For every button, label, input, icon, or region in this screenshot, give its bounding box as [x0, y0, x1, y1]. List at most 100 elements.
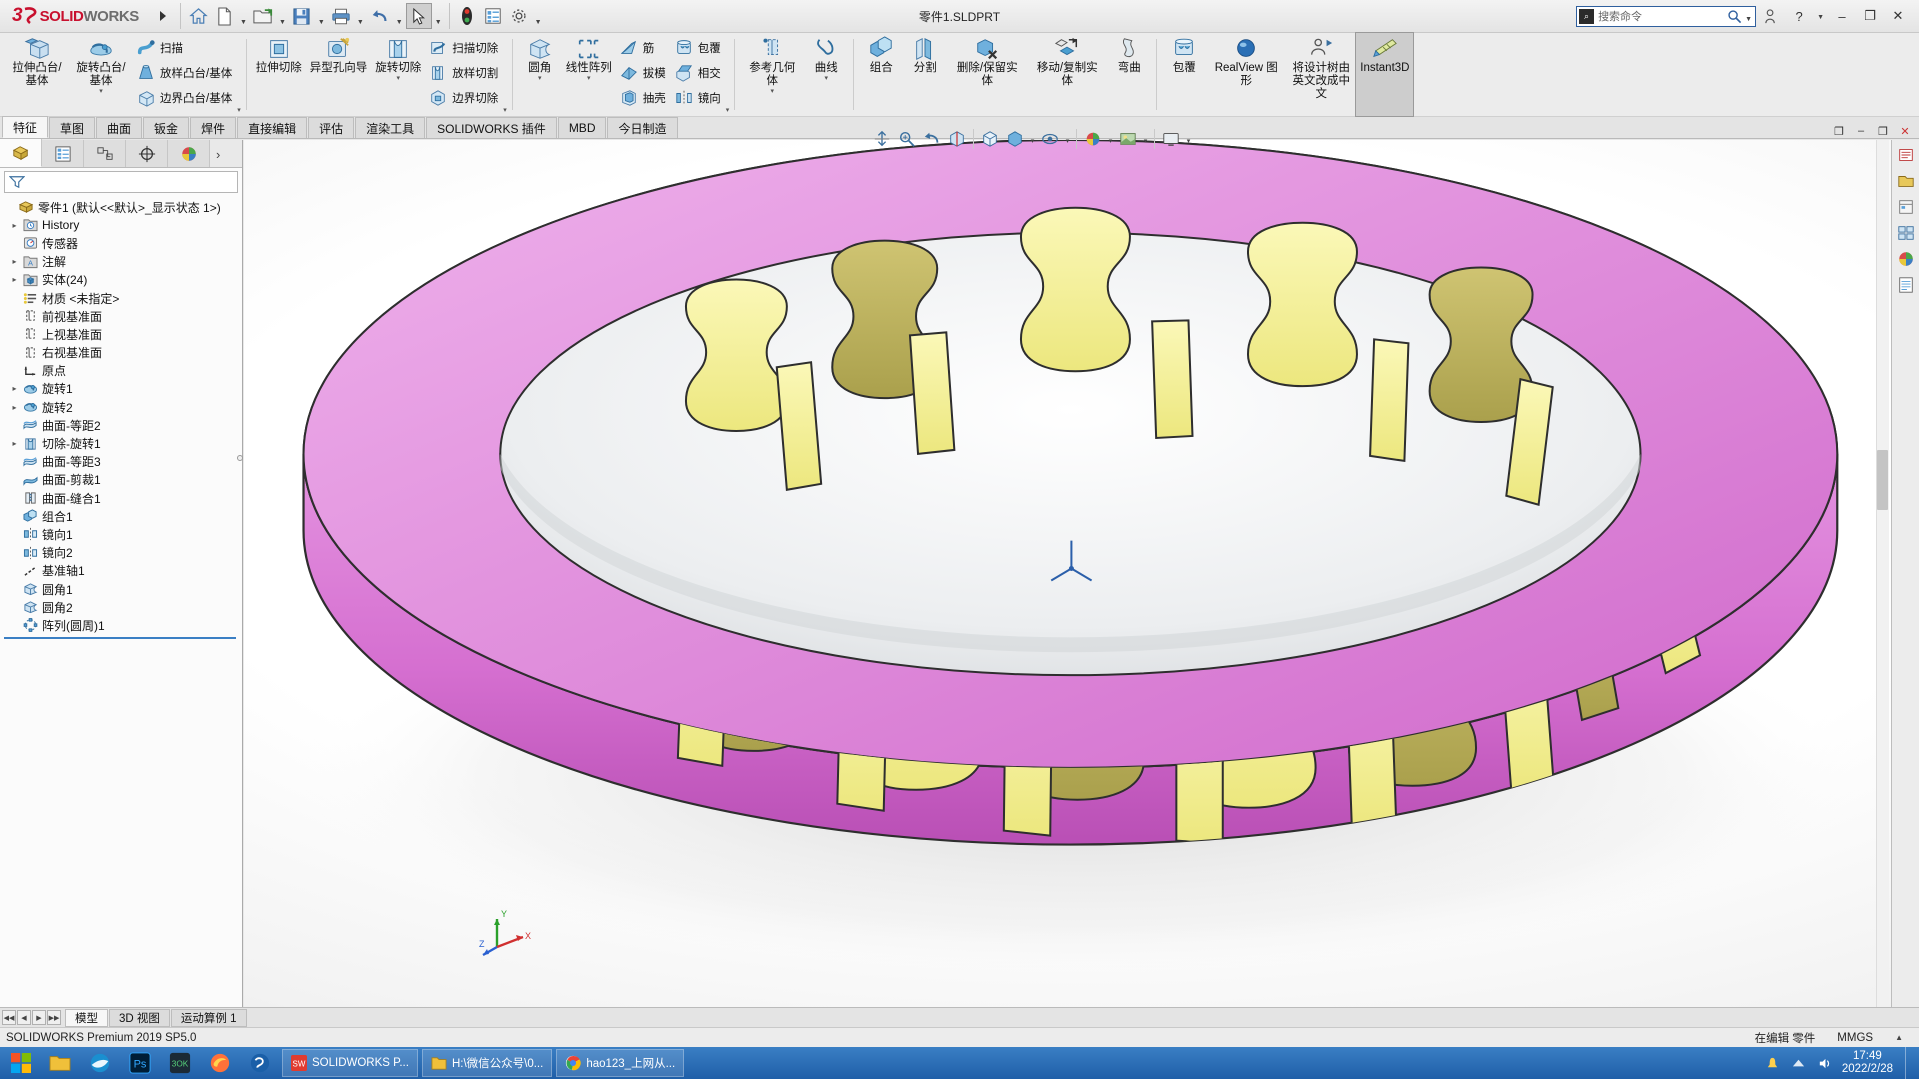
options-list-icon[interactable] — [480, 3, 506, 29]
tree-item[interactable]: ▸ 前视基准面 — [0, 307, 242, 325]
tree-item[interactable]: ▸ 基准轴1 — [0, 562, 242, 580]
save-icon[interactable] — [289, 3, 315, 29]
linear-pattern-button[interactable]: 线性阵列 ▾ — [562, 33, 616, 116]
search-dropdown-caret[interactable]: ▼ — [1742, 16, 1755, 23]
curves-dropdown-caret[interactable]: ▾ — [824, 75, 828, 84]
tree-item[interactable]: ▸ 切除-旋转1 — [0, 434, 242, 452]
home-icon[interactable] — [185, 3, 211, 29]
solidworks-logo[interactable]: 3 SOLIDWORKS — [0, 5, 150, 27]
help-button[interactable]: ? — [1786, 5, 1812, 27]
tree-expand-arrow[interactable]: ▸ — [8, 221, 21, 230]
status-units-label[interactable]: MMGS — [1837, 1032, 1873, 1044]
boundary-cut-button[interactable]: 边界切除 — [425, 85, 503, 110]
file-explorer-taskbar-icon[interactable] — [40, 1048, 80, 1078]
doc-restore-icon[interactable]: ❐ — [1829, 122, 1849, 140]
tab-solidworks-addins[interactable]: SOLIDWORKS 插件 — [426, 117, 557, 138]
tree-item[interactable]: ▸ 旋转2 — [0, 398, 242, 416]
expand-menu-button[interactable] — [150, 3, 176, 29]
solidworks-launcher-icon[interactable] — [240, 1048, 280, 1078]
instant3d-button[interactable]: Instant3D — [1355, 32, 1415, 117]
taskbar-window-browser[interactable]: hao123_上网从... — [556, 1049, 685, 1077]
reference-geometry-dropdown-caret[interactable]: ▾ — [770, 88, 774, 97]
new-document-icon[interactable] — [211, 3, 237, 29]
print-icon[interactable] — [328, 3, 354, 29]
previous-view-icon[interactable] — [920, 127, 944, 151]
tree-item[interactable]: ▸ 曲面-等距3 — [0, 453, 242, 471]
tree-item[interactable]: ▸ A 注解 — [0, 253, 242, 271]
search-icon[interactable] — [1727, 9, 1742, 24]
tree-expand-arrow[interactable]: ▸ — [8, 439, 21, 448]
extrude-boss-button[interactable]: 拉伸凸台/基体 — [5, 33, 69, 116]
3dsmax-taskbar-icon[interactable]: 3OK — [160, 1048, 200, 1078]
apply-scene-icon[interactable] — [1116, 127, 1140, 151]
revolve-boss-button[interactable]: 旋转凸台/基体 ▾ — [69, 33, 133, 116]
tree-item[interactable]: ▸ 曲面-等距2 — [0, 416, 242, 434]
design-library-icon[interactable] — [1895, 170, 1917, 192]
new-document-dropdown-caret[interactable]: ▼ — [237, 19, 250, 26]
tree-expand-arrow[interactable]: ▸ — [8, 275, 21, 284]
edit-appearance-icon[interactable] — [1081, 127, 1105, 151]
panel-splitter-handle[interactable] — [237, 455, 243, 461]
tab-mfg-today[interactable]: 今日制造 — [607, 117, 678, 138]
fillet-dropdown-caret[interactable]: ▾ — [538, 75, 542, 84]
custom-properties-icon[interactable] — [1895, 274, 1917, 296]
loft-boss-button[interactable]: 放样凸台/基体 — [133, 60, 237, 85]
options-dropdown-caret[interactable]: ▼ — [532, 19, 545, 26]
close-button[interactable]: ✕ — [1885, 5, 1911, 27]
volume-icon[interactable] — [1816, 1054, 1834, 1072]
doc-close-icon[interactable]: ✕ — [1895, 122, 1915, 140]
bottom-tab-motion-study[interactable]: 运动算例 1 — [170, 1008, 247, 1027]
wrap-button[interactable]: 包覆 — [671, 35, 726, 60]
tree-item[interactable]: ▸ 阵列(圆周)1 — [0, 616, 242, 634]
gear-icon[interactable] — [506, 3, 532, 29]
section-view-icon[interactable] — [945, 127, 969, 151]
tab-surfaces[interactable]: 曲面 — [96, 117, 143, 138]
undo-dropdown-caret[interactable]: ▼ — [393, 19, 406, 26]
tree-expand-arrow[interactable]: ▸ — [8, 384, 21, 393]
tree-item[interactable]: ▸ 实体(24) — [0, 271, 242, 289]
tree-item[interactable]: ▸ 传感器 — [0, 234, 242, 252]
property-manager-tab[interactable] — [42, 140, 84, 167]
boundary-boss-button[interactable]: 边界凸台/基体 — [133, 85, 237, 110]
cut-group-caret[interactable]: ▾ — [503, 107, 507, 116]
tab-nav-prev[interactable]: ◀ — [17, 1010, 31, 1025]
tab-evaluate[interactable]: 评估 — [308, 117, 355, 138]
zoom-area-icon[interactable] — [895, 127, 919, 151]
configuration-manager-tab[interactable] — [84, 140, 126, 167]
dimxpert-manager-tab[interactable] — [126, 140, 168, 167]
doc-minimize-icon[interactable]: – — [1851, 122, 1871, 140]
tree-item[interactable]: ▸ 零件1 (默认<<默认>_显示状态 1>) — [0, 198, 242, 216]
sweep-cut-button[interactable]: 扫描切除 — [425, 35, 503, 60]
linear-pattern-dropdown-caret[interactable]: ▾ — [587, 75, 591, 84]
scrollbar-thumb[interactable] — [1877, 450, 1888, 510]
modify-group-caret[interactable]: ▾ — [726, 107, 730, 116]
ie-browser-taskbar-icon[interactable] — [80, 1048, 120, 1078]
taskbar-window-solidworks[interactable]: SW SOLIDWORKS P... — [282, 1049, 418, 1077]
account-icon[interactable] — [1758, 5, 1784, 27]
help-dropdown-caret[interactable]: ▼ — [1814, 14, 1827, 21]
tab-sketch[interactable]: 草图 — [49, 117, 96, 138]
tree-item[interactable]: ▸ 镜向1 — [0, 525, 242, 543]
taskbar-clock[interactable]: 17:49 2022/2/28 — [1842, 1050, 1897, 1076]
tree-expand-arrow[interactable]: ▸ — [8, 403, 21, 412]
loft-cut-button[interactable]: 放样切割 — [425, 60, 503, 85]
tab-render-tools[interactable]: 渲染工具 — [355, 117, 426, 138]
appearance-caret[interactable]: ▾ — [1106, 127, 1115, 151]
wrap-display-button[interactable]: 包覆 — [1162, 33, 1206, 116]
bottom-tab-3dviews[interactable]: 3D 视图 — [109, 1008, 170, 1027]
extrude-cut-button[interactable]: 拉伸切除 — [252, 33, 306, 116]
hole-wizard-button[interactable]: 异型孔向导 — [306, 33, 372, 116]
scene-caret[interactable]: ▾ — [1141, 127, 1150, 151]
view-settings-caret[interactable]: ▾ — [1184, 127, 1193, 151]
draft-button[interactable]: 拔模 — [616, 60, 671, 85]
display-manager-tab[interactable] — [168, 140, 210, 167]
sweep-button[interactable]: 扫描 — [133, 35, 237, 60]
display-style-caret[interactable]: ▾ — [1028, 127, 1037, 151]
manager-tabs-more-button[interactable]: › — [216, 147, 220, 167]
features-group-caret[interactable]: ▾ — [237, 107, 241, 116]
rib-button[interactable]: 筋 — [616, 35, 671, 60]
tree-item[interactable]: ▸ 镜向2 — [0, 544, 242, 562]
revolve-boss-dropdown-caret[interactable]: ▾ — [99, 88, 103, 97]
tab-nav-last[interactable]: ▶▶ — [47, 1010, 61, 1025]
fillet-button[interactable]: 圆角 ▾ — [518, 33, 562, 116]
